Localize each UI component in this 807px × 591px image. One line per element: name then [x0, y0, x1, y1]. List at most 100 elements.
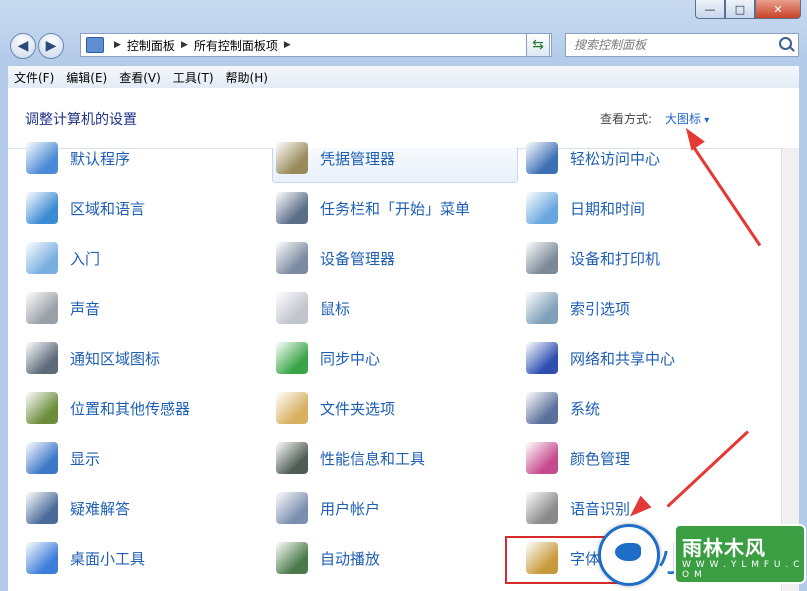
cp-item-credential-manager[interactable]: 凭据管理器 — [276, 138, 395, 178]
cp-item-display[interactable]: 显示 — [26, 438, 100, 478]
breadcrumb-all-items[interactable]: 所有控制面板项 — [194, 37, 278, 54]
cp-item-index-options[interactable]: 索引选项 — [526, 288, 630, 328]
cp-item-label: 网络和共享中心 — [570, 349, 676, 368]
default-programs-icon — [26, 142, 58, 174]
cp-item-label: 显示 — [70, 449, 101, 468]
device-manager-icon — [276, 242, 308, 274]
menu-bar: 文件(F) 编辑(E) 查看(V) 工具(T) 帮助(H) — [8, 66, 799, 89]
refresh-icon: ⇆ — [532, 37, 544, 53]
watermark: 小 雨林木风 W W W . Y L M F U . C O M — [598, 520, 807, 591]
index-options-icon — [526, 292, 558, 324]
cp-item-label: 默认程序 — [70, 149, 131, 168]
watermark-brand-text: 雨林木风 — [682, 536, 766, 560]
chevron-right-icon[interactable]: ▶ — [181, 40, 188, 50]
cp-item-taskbar[interactable]: 任务栏和「开始」菜单 — [276, 188, 470, 228]
cp-item-location-sensor[interactable]: 位置和其他传感器 — [26, 388, 190, 428]
speaker-icon — [26, 292, 58, 324]
notification-icon — [26, 342, 58, 374]
cp-item-label: 设备和打印机 — [570, 249, 661, 268]
ease-of-access-icon — [526, 142, 558, 174]
cp-item-label: 索引选项 — [570, 299, 631, 318]
menu-file[interactable]: 文件(F) — [8, 69, 60, 86]
cp-item-sync[interactable]: 同步中心 — [276, 338, 380, 378]
cp-item-label: 语音识别 — [570, 499, 631, 518]
cp-item-autoplay[interactable]: 自动播放 — [276, 538, 380, 578]
cp-item-performance[interactable]: 性能信息和工具 — [276, 438, 425, 478]
cp-item-label: 入门 — [70, 249, 101, 268]
cp-item-system[interactable]: 系统 — [526, 388, 600, 428]
caption-buttons: — □ ✕ — [695, 0, 801, 19]
cp-item-network[interactable]: 网络和共享中心 — [526, 338, 675, 378]
cp-item-globe[interactable]: 区域和语言 — [26, 188, 145, 228]
cp-item-color-management[interactable]: 颜色管理 — [526, 438, 630, 478]
cp-item-getting-started[interactable]: 入门 — [26, 238, 100, 278]
arrow-left-icon: ◀ — [17, 38, 29, 54]
cp-item-speaker[interactable]: 声音 — [26, 288, 100, 328]
watermark-url: W W W . Y L M F U . C O M — [682, 560, 801, 580]
taskbar-icon — [276, 192, 308, 224]
microphone-icon — [526, 492, 558, 524]
cp-item-label: 鼠标 — [320, 299, 351, 318]
menu-tools[interactable]: 工具(T) — [167, 69, 220, 86]
cp-item-user-accounts[interactable]: 用户帐户 — [276, 488, 380, 528]
cp-item-label: 疑难解答 — [70, 499, 131, 518]
forward-button[interactable]: ▶ — [38, 33, 64, 59]
minimize-button[interactable]: — — [695, 0, 725, 19]
system-icon — [526, 392, 558, 424]
troubleshooting-icon — [26, 492, 58, 524]
cp-item-default-programs[interactable]: 默认程序 — [26, 138, 130, 178]
network-icon — [526, 342, 558, 374]
cp-item-label: 声音 — [70, 299, 101, 318]
chevron-right-icon[interactable]: ▶ — [114, 40, 121, 50]
cp-item-ease-of-access[interactable]: 轻松访问中心 — [526, 138, 660, 178]
cp-item-label: 通知区域图标 — [70, 349, 161, 368]
close-button[interactable]: ✕ — [755, 0, 801, 19]
search-input[interactable] — [572, 37, 776, 53]
control-panel-window: — □ ✕ ◀ ▶ ▶ 控制面板 ▶ 所有控制面板项 ▶ ▼ ⇆ 文件(F) 编… — [0, 0, 807, 591]
cp-item-label: 系统 — [570, 399, 601, 418]
cp-item-label: 位置和其他传感器 — [70, 399, 191, 418]
gadgets-icon — [26, 542, 58, 574]
getting-started-icon — [26, 242, 58, 274]
cp-item-label: 性能信息和工具 — [320, 449, 426, 468]
display-icon — [26, 442, 58, 474]
cp-item-label: 文件夹选项 — [320, 399, 396, 418]
breadcrumb-control-panel[interactable]: 控制面板 — [127, 37, 175, 54]
performance-icon — [276, 442, 308, 474]
globe-icon — [26, 192, 58, 224]
cp-item-troubleshooting[interactable]: 疑难解答 — [26, 488, 130, 528]
view-mode-dropdown[interactable]: 大图标 — [665, 110, 709, 127]
cp-item-printer[interactable]: 设备和打印机 — [526, 238, 660, 278]
folder-options-icon — [276, 392, 308, 424]
view-mode-label: 查看方式: — [600, 112, 653, 126]
user-accounts-icon — [276, 492, 308, 524]
cp-item-label: 用户帐户 — [320, 499, 381, 518]
search-icon[interactable] — [779, 37, 792, 50]
cp-item-label: 轻松访问中心 — [570, 149, 661, 168]
cp-item-folder-options[interactable]: 文件夹选项 — [276, 388, 395, 428]
menu-view[interactable]: 查看(V) — [113, 69, 167, 86]
search-box[interactable] — [565, 33, 799, 57]
menu-edit[interactable]: 编辑(E) — [60, 69, 113, 86]
cp-item-label: 凭据管理器 — [320, 149, 396, 168]
cp-item-gadgets[interactable]: 桌面小工具 — [26, 538, 145, 578]
back-button[interactable]: ◀ — [10, 33, 36, 59]
maximize-button[interactable]: □ — [725, 0, 755, 19]
cp-item-mouse[interactable]: 鼠标 — [276, 288, 350, 328]
refresh-button[interactable]: ⇆ — [526, 33, 550, 57]
content-pane: 调整计算机的设置 查看方式: 大图标 默认程序 凭据管理器 轻松访问中心区域和语言 任… — [8, 88, 799, 591]
navigation-bar: ◀ ▶ ▶ 控制面板 ▶ 所有控制面板项 ▶ ▼ ⇆ — [8, 32, 799, 59]
cp-item-device-manager[interactable]: 设备管理器 — [276, 238, 395, 278]
location-sensor-icon — [26, 392, 58, 424]
cp-item-label: 任务栏和「开始」菜单 — [320, 199, 471, 218]
menu-help[interactable]: 帮助(H) — [220, 69, 274, 86]
sync-icon — [276, 342, 308, 374]
page-title: 调整计算机的设置 — [25, 112, 137, 128]
cp-item-label: 桌面小工具 — [70, 549, 146, 568]
cp-item-calendar[interactable]: 日期和时间 — [526, 188, 645, 228]
cp-item-notification[interactable]: 通知区域图标 — [26, 338, 160, 378]
address-bar[interactable]: ▶ 控制面板 ▶ 所有控制面板项 ▶ ▼ — [80, 33, 552, 57]
mouse-icon — [276, 292, 308, 324]
chevron-right-icon[interactable]: ▶ — [284, 40, 291, 50]
control-panel-icon — [86, 37, 104, 53]
